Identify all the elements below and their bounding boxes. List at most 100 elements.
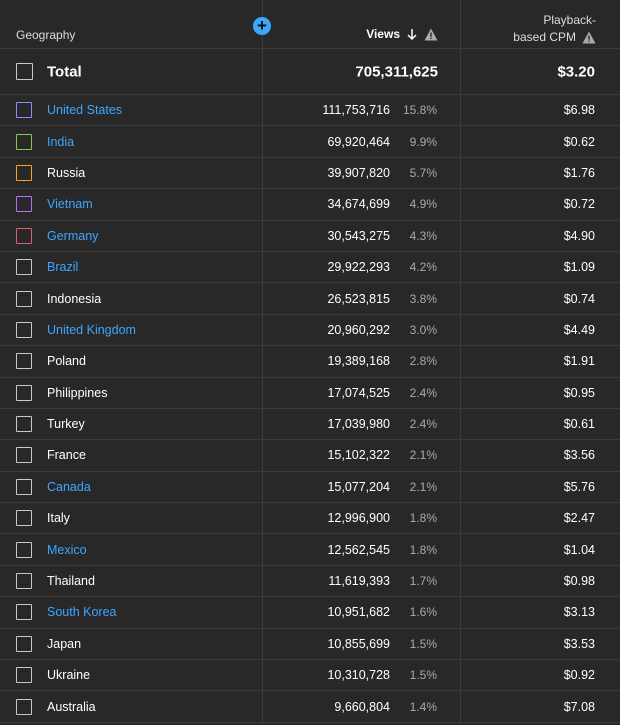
table-row: Philippines 17,074,525 2.4% $0.95 (0, 378, 620, 409)
row-checkbox[interactable] (16, 698, 32, 715)
row-checkbox[interactable] (16, 573, 32, 590)
row-checkbox[interactable] (16, 353, 32, 370)
cpm-value: $7.08 (563, 699, 595, 714)
row-checkbox[interactable] (16, 102, 32, 119)
total-checkbox[interactable] (16, 62, 33, 80)
views-percentage: 4.2% (409, 260, 437, 275)
table-row: Brazil 29,922,293 4.2% $1.09 (0, 252, 620, 284)
row-checkbox[interactable] (16, 510, 32, 527)
table-row: Ukraine 10,310,728 1.5% $0.92 (0, 660, 620, 692)
geography-column-header[interactable]: Geography (16, 28, 75, 42)
plus-circle-icon[interactable]: + (253, 17, 271, 35)
row-checkbox[interactable] (16, 196, 32, 213)
table-row: Vietnam 34,674,699 4.9% $0.72 (0, 189, 620, 221)
country-name: Poland (47, 354, 86, 369)
cpm-value: $1.04 (563, 542, 595, 557)
cpm-header-line1: Playback- (543, 13, 596, 27)
table-row: United States 111,753,716 15.8% $6.98 (0, 95, 620, 127)
row-checkbox[interactable] (16, 290, 32, 307)
table-row: Italy 12,996,900 1.8% $2.47 (0, 503, 620, 535)
views-percentage: 2.1% (409, 479, 437, 494)
country-name[interactable]: United States (47, 103, 122, 117)
cpm-value: $0.61 (563, 417, 595, 432)
table-row: South Korea 10,951,682 1.6% $3.13 (0, 597, 620, 629)
views-value: 11,619,393 (328, 574, 390, 589)
row-checkbox[interactable] (16, 164, 32, 181)
row-checkbox[interactable] (16, 384, 32, 401)
views-percentage: 2.8% (409, 354, 437, 369)
views-value: 26,523,815 (327, 291, 390, 306)
country-name: Philippines (47, 385, 108, 400)
cpm-value: $3.13 (563, 605, 595, 620)
total-views: 705,311,625 (355, 63, 438, 80)
row-checkbox[interactable] (16, 604, 32, 621)
cpm-value: $3.53 (563, 636, 595, 651)
views-percentage: 1.8% (409, 542, 437, 557)
views-value: 9,660,804 (334, 699, 390, 714)
row-checkbox[interactable] (16, 447, 32, 464)
views-value: 17,074,525 (327, 385, 390, 400)
row-checkbox[interactable] (16, 478, 32, 495)
views-percentage: 5.7% (409, 165, 437, 180)
views-value: 30,543,275 (327, 228, 390, 243)
row-checkbox[interactable] (16, 416, 32, 433)
cpm-value: $0.74 (563, 291, 595, 306)
country-name[interactable]: United Kingdom (47, 323, 136, 337)
row-checkbox[interactable] (16, 227, 32, 244)
views-percentage: 1.5% (409, 668, 437, 683)
row-checkbox[interactable] (16, 259, 32, 276)
country-name[interactable]: Brazil (47, 260, 78, 274)
warning-triangle-icon[interactable] (582, 31, 596, 44)
country-name[interactable]: India (47, 135, 74, 149)
views-column-header[interactable]: Views (366, 27, 438, 41)
country-name: Indonesia (47, 291, 102, 306)
row-checkbox[interactable] (16, 321, 32, 338)
cpm-column-header[interactable]: Playback- based CPM (476, 12, 596, 46)
row-checkbox[interactable] (16, 667, 32, 684)
views-percentage: 2.4% (409, 417, 437, 432)
country-name[interactable]: Mexico (47, 543, 87, 557)
cpm-value: $0.72 (563, 197, 595, 212)
table-row: Australia 9,660,804 1.4% $7.08 (0, 691, 620, 723)
views-value: 15,102,322 (327, 448, 390, 463)
country-name: Australia (47, 699, 96, 714)
country-name[interactable]: Vietnam (47, 197, 93, 211)
views-percentage: 3.0% (409, 322, 437, 337)
country-name[interactable]: South Korea (47, 605, 117, 619)
cpm-value: $0.95 (563, 385, 595, 400)
country-name: Russia (47, 165, 86, 180)
country-rows: United States 111,753,716 15.8% $6.98 India 6… (0, 95, 620, 723)
table-row: Japan 10,855,699 1.5% $3.53 (0, 629, 620, 661)
row-checkbox[interactable] (16, 133, 32, 150)
arrow-down-icon (407, 28, 417, 40)
cpm-value: $1.76 (563, 165, 595, 180)
cpm-value: $4.90 (563, 228, 595, 243)
views-value: 69,920,464 (327, 134, 390, 149)
warning-triangle-icon[interactable] (424, 28, 438, 41)
total-cpm: $3.20 (557, 63, 595, 80)
views-value: 34,674,699 (327, 197, 390, 212)
table-row: France 15,102,322 2.1% $3.56 (0, 440, 620, 472)
cpm-value: $1.09 (563, 260, 595, 275)
cpm-value: $2.47 (563, 511, 595, 526)
views-percentage: 1.6% (409, 605, 437, 620)
views-percentage: 9.9% (409, 134, 437, 149)
views-percentage: 2.4% (409, 385, 437, 400)
cpm-value: $0.92 (563, 668, 595, 683)
views-value: 29,922,293 (327, 260, 390, 275)
views-value: 111,753,716 (322, 103, 390, 118)
views-value: 39,907,820 (327, 165, 390, 180)
table-row: Indonesia 26,523,815 3.8% $0.74 (0, 283, 620, 315)
country-name[interactable]: Germany (47, 229, 98, 243)
cpm-value: $6.98 (563, 103, 595, 118)
row-checkbox[interactable] (16, 541, 32, 558)
country-name: Ukraine (47, 668, 91, 683)
cpm-value: $0.62 (563, 134, 595, 149)
cpm-value: $5.76 (563, 479, 595, 494)
table-row: Poland 19,389,168 2.8% $1.91 (0, 346, 620, 378)
table-row: Canada 15,077,204 2.1% $5.76 (0, 472, 620, 504)
total-row: Total 705,311,625 $3.20 (0, 49, 620, 95)
row-checkbox[interactable] (16, 635, 32, 652)
views-value: 12,996,900 (327, 511, 390, 526)
country-name[interactable]: Canada (47, 480, 91, 494)
